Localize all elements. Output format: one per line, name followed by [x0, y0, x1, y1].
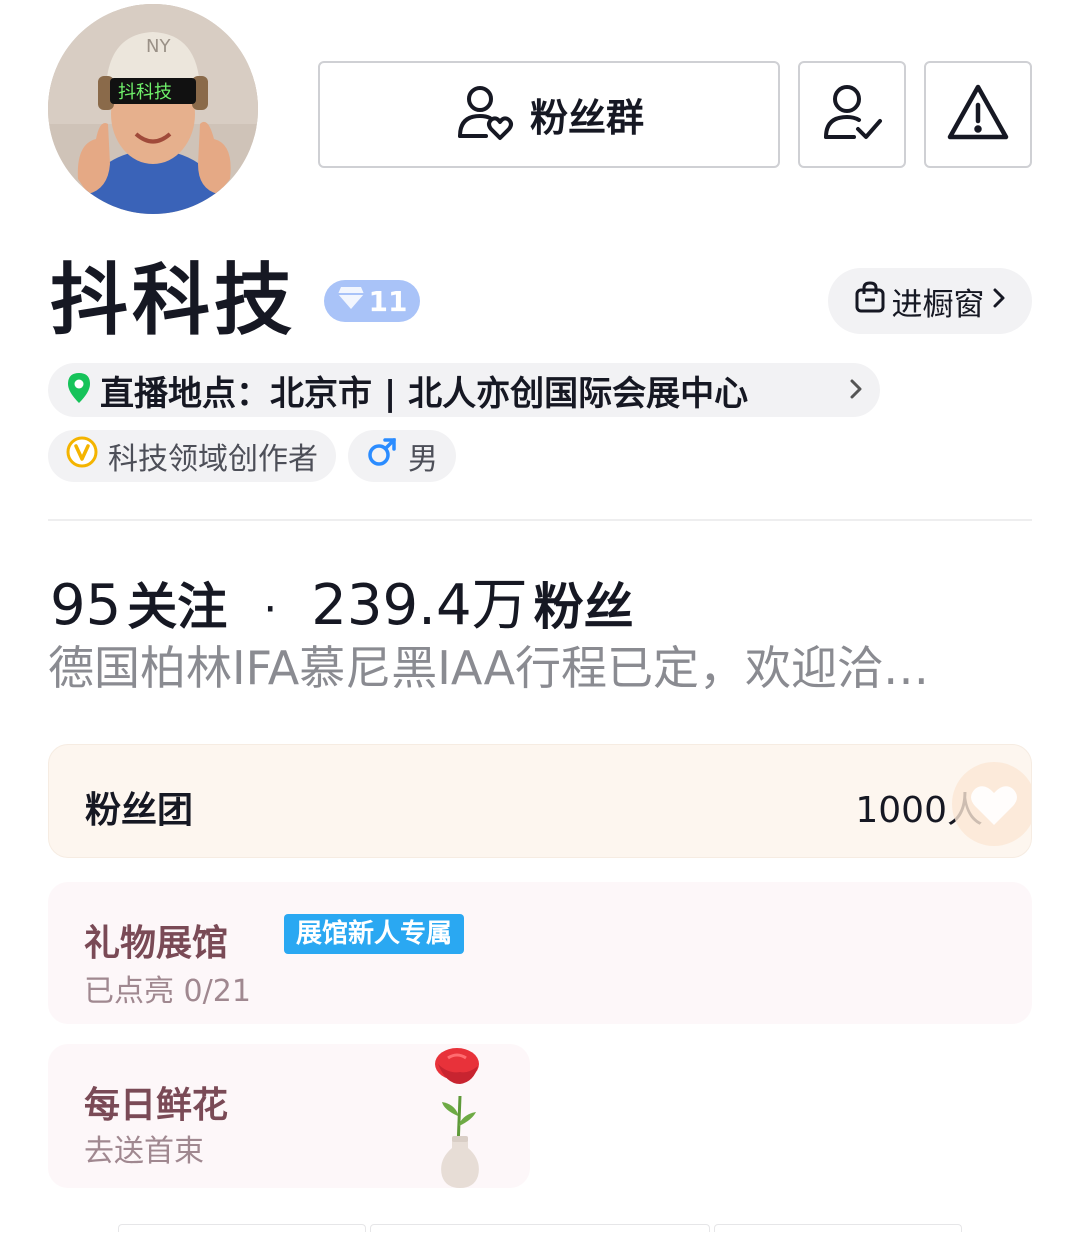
- profile-name: 抖科技: [50, 256, 297, 346]
- fans-group-button[interactable]: 粉丝群: [318, 61, 780, 168]
- chevron-right-icon: [848, 374, 864, 408]
- bottom-tab-line: [714, 1224, 962, 1232]
- gift-hall-title: 礼物展馆: [84, 923, 229, 964]
- location-text: 直播地点：北京市 | 北人亦创国际会展中心: [100, 373, 749, 414]
- report-button[interactable]: [924, 61, 1032, 168]
- following-count: 95: [50, 573, 122, 638]
- following-stat[interactable]: 95 关注: [50, 567, 227, 639]
- bottom-tab-line: [370, 1224, 710, 1232]
- fans-count: 239.4万: [311, 573, 528, 638]
- gift-hall-card[interactable]: 礼物展馆 展馆新人专属 已点亮 0/21: [48, 882, 1032, 1024]
- location-pin-icon: [66, 372, 92, 408]
- following-button[interactable]: [798, 61, 906, 168]
- avatar-logo-text: 抖科技: [118, 82, 172, 103]
- chevron-right-icon: [991, 283, 1007, 319]
- stats-separator: ·: [263, 584, 278, 635]
- gender-tag: 男: [348, 430, 456, 482]
- avatar[interactable]: NY 抖科技: [48, 4, 258, 214]
- verified-v-icon: [66, 436, 98, 476]
- fans-group-label: 粉丝群: [529, 96, 644, 140]
- divider: [48, 519, 1032, 521]
- user-check-icon: [820, 81, 884, 149]
- live-location[interactable]: 直播地点：北京市 | 北人亦创国际会展中心: [48, 363, 880, 417]
- male-icon: [366, 436, 398, 476]
- creator-tag[interactable]: 科技领域创作者: [48, 430, 336, 482]
- new-user-badge: 展馆新人专属: [284, 914, 465, 954]
- rose-vase-icon: [420, 1044, 500, 1188]
- bottom-tab-line: [118, 1224, 366, 1232]
- level-number: 11: [368, 284, 408, 318]
- daily-flower-title: 每日鲜花: [84, 1085, 229, 1126]
- shopping-bag-icon: [854, 280, 886, 322]
- user-heart-icon: [454, 82, 516, 148]
- fans-stat[interactable]: 239.4万 粉丝: [311, 560, 633, 641]
- shop-window-button[interactable]: 进橱窗: [828, 268, 1032, 334]
- daily-flower-action: 去送首束: [84, 1134, 204, 1169]
- fan-club-title: 粉丝团: [85, 790, 194, 831]
- daily-flower-card[interactable]: 每日鲜花 去送首束: [48, 1044, 530, 1188]
- avatar-photo: NY 抖科技: [48, 4, 258, 214]
- fan-club-card[interactable]: 粉丝团 1000人: [48, 744, 1032, 858]
- gender-label: 男: [408, 442, 438, 477]
- level-badge[interactable]: 11: [324, 280, 420, 322]
- gift-hall-progress: 已点亮 0/21: [84, 974, 251, 1009]
- diamond-icon: [337, 285, 365, 318]
- profile-stats: 95 关注 · 239.4万 粉丝: [50, 560, 634, 641]
- following-label: 关注: [127, 578, 228, 636]
- heart-icon: [949, 759, 1031, 853]
- fans-label: 粉丝: [533, 578, 634, 636]
- profile-bio[interactable]: 德国柏林IFA慕尼黑IAA行程已定，欢迎洽…: [48, 640, 1032, 696]
- warning-icon: [946, 81, 1010, 149]
- creator-tag-label: 科技领域创作者: [108, 442, 318, 477]
- svg-text:NY: NY: [146, 36, 171, 57]
- shop-window-label: 进橱窗: [891, 286, 985, 323]
